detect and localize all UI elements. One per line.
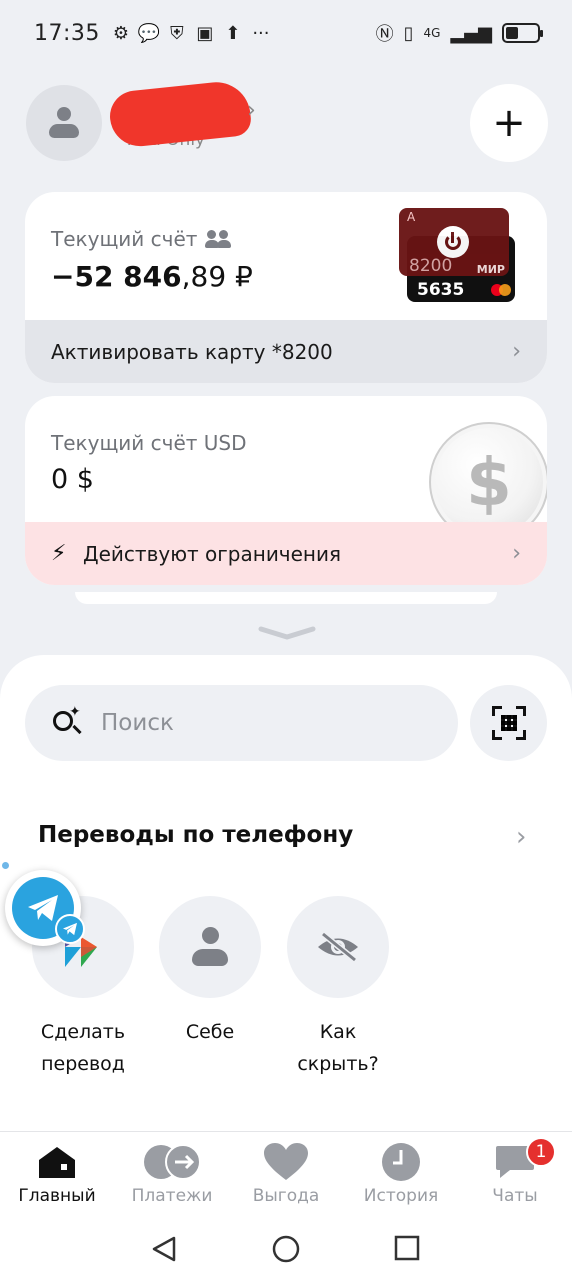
stacked-card-edge	[75, 592, 497, 604]
bank-card-thumbnails[interactable]: 5635 А 8200 МИР	[399, 208, 517, 304]
search-icon: ✦	[51, 704, 85, 740]
floating-dot	[2, 862, 9, 869]
telegram-floating-button[interactable]	[5, 870, 85, 946]
system-icons: Ⓝ ▯ 4G ▂▄▆	[375, 20, 543, 46]
battery-icon	[502, 23, 543, 43]
activate-card-row[interactable]: Активировать карту *8200 ›	[25, 320, 547, 383]
card-black-number: 5635	[417, 280, 465, 300]
account-card-usd[interactable]: Текущий счёт USD 0 $ $ ⚡ Действуют огран…	[25, 396, 547, 585]
eye-off-icon	[318, 932, 358, 962]
activate-card-label: Активировать карту *8200	[51, 339, 333, 364]
chevron-right-icon[interactable]: ›	[516, 822, 526, 852]
vibrate-icon: ▯	[403, 22, 414, 44]
tab-history[interactable]: История	[344, 1142, 458, 1206]
action-label-line2: перевод	[41, 1053, 125, 1075]
more-notifications-icon: ···	[252, 22, 270, 44]
tab-benefits[interactable]: Выгода	[229, 1142, 343, 1206]
self-transfer-action[interactable]: Себе	[158, 896, 262, 1048]
action-label: Как скрыть?	[286, 1016, 390, 1080]
network-type: 4G	[423, 26, 441, 40]
back-icon[interactable]	[150, 1235, 178, 1263]
tab-chats[interactable]: 1 Чаты	[458, 1137, 572, 1206]
person-icon	[49, 107, 79, 139]
bottom-tab-bar: Главный Платежи Выгода История 1 Чаты	[0, 1131, 572, 1215]
chat-icon: 1	[458, 1137, 572, 1182]
nfc-icon: Ⓝ	[375, 24, 394, 45]
action-label-line2: скрыть?	[297, 1053, 379, 1075]
clock-icon	[344, 1142, 458, 1182]
chevron-right-icon: ›	[512, 541, 521, 566]
telegram-mini-icon	[55, 914, 85, 944]
lightning-icon: ⚡	[51, 541, 67, 566]
app-square-icon: ▣	[196, 22, 214, 44]
search-placeholder: Поиск	[101, 710, 174, 736]
gear-icon: ⚙	[112, 22, 129, 44]
system-navigation-bar	[0, 1215, 572, 1280]
tab-home[interactable]: Главный	[0, 1142, 114, 1206]
chevron-right-icon: ›	[512, 339, 521, 364]
restrictions-row[interactable]: ⚡ Действуют ограничения ›	[25, 522, 547, 585]
action-label-line1: Себе	[185, 1021, 235, 1043]
unread-badge: 1	[526, 1137, 556, 1167]
action-label-line1: Сделать	[40, 1021, 126, 1043]
tab-label: Чаты	[492, 1186, 538, 1206]
bank-logo: А	[407, 210, 416, 224]
tab-payments[interactable]: Платежи	[115, 1142, 229, 1206]
tab-label: История	[363, 1186, 439, 1206]
tab-label: Главный	[18, 1186, 96, 1206]
account-title-text: Текущий счёт USD	[51, 431, 247, 455]
recents-icon[interactable]	[394, 1235, 420, 1261]
status-time: 17:35	[34, 20, 100, 46]
search-field[interactable]: ✦ Поиск	[25, 685, 458, 761]
profile-chevron-icon[interactable]: ›	[247, 98, 256, 123]
tab-label: Выгода	[252, 1186, 320, 1206]
action-label: Сделать перевод	[31, 1016, 135, 1080]
account-balance: 0 $	[51, 464, 94, 495]
home-icon	[0, 1142, 114, 1182]
restrictions-label: Действуют ограничения	[83, 541, 342, 566]
balance-integer: −52 846	[51, 260, 182, 293]
qr-icon	[491, 706, 526, 740]
balance-fraction: ,89 ₽	[181, 260, 253, 293]
payments-icon	[115, 1142, 229, 1182]
power-icon	[437, 226, 469, 258]
how-to-hide-action[interactable]: Как скрыть?	[286, 896, 390, 1080]
shield-icon: ⛨	[170, 22, 184, 44]
shared-account-icon	[205, 229, 232, 249]
account-title: Текущий счёт USD	[51, 431, 247, 455]
qr-scan-button[interactable]	[470, 685, 547, 761]
account-card-rub[interactable]: Текущий счёт −52 846,89 ₽ 5635 А 8200 МИ…	[25, 192, 547, 383]
account-title: Текущий счёт	[51, 227, 232, 251]
phone-transfers-title[interactable]: Переводы по телефону	[38, 822, 353, 848]
account-title-text: Текущий счёт	[51, 227, 198, 251]
status-bar: 17:35 ⚙ 💬 ⛨ ▣ ⬆ ··· Ⓝ ▯ 4G ▂▄▆	[0, 0, 572, 66]
upload-icon: ⬆	[225, 22, 241, 44]
notification-icons: ⚙ 💬 ⛨ ▣ ⬆ ···	[110, 22, 272, 44]
heart-icon	[229, 1142, 343, 1182]
signal-icon: ▂▄▆	[450, 22, 492, 44]
card-red: А 8200 МИР	[399, 208, 509, 276]
action-label: Себе	[158, 1016, 262, 1048]
person-icon	[192, 927, 228, 967]
mir-logo: МИР	[476, 263, 505, 276]
card-red-number: 8200	[409, 256, 453, 276]
chat-bubble-icon: 💬	[137, 22, 161, 44]
action-circle	[159, 896, 261, 998]
expand-chevron-icon[interactable]	[257, 625, 317, 643]
tab-label: Платежи	[131, 1186, 213, 1206]
action-label-line1: Как	[319, 1021, 357, 1043]
home-circle-icon[interactable]	[272, 1235, 300, 1263]
account-balance: −52 846,89 ₽	[51, 260, 253, 293]
add-product-button[interactable]: +	[470, 84, 548, 162]
profile-avatar[interactable]	[26, 85, 102, 161]
action-circle	[287, 896, 389, 998]
redacted-profile-name	[107, 78, 253, 150]
